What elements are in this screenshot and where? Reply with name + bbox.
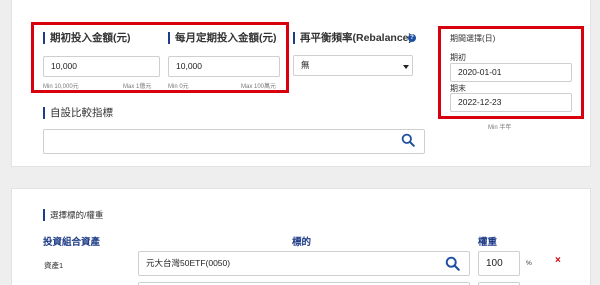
asset-column-header: 投資組合資產 (43, 237, 101, 248)
period-end-input[interactable]: 2022-12-23 (450, 93, 572, 112)
remove-row-icon[interactable]: × (555, 255, 561, 266)
asset-row-name: 資產1 (44, 261, 64, 270)
benchmark-label: 自設比較指標 (43, 107, 113, 119)
initial-amount-min: Min 10,000元 (43, 84, 79, 90)
weight-column-header: 權重 (478, 237, 498, 248)
chevron-down-icon (403, 65, 409, 69)
asset-target-input[interactable]: 元大台灣50ETF(0050) (138, 251, 470, 276)
period-start-input[interactable]: 2020-01-01 (450, 63, 572, 82)
periodic-amount-label: 每月定期投入金額(元) (168, 32, 277, 44)
period-title: 期間選擇(日) (450, 34, 496, 43)
portfolio-section-label: 選擇標的/權重 (43, 209, 103, 221)
benchmark-input[interactable] (43, 129, 425, 154)
weight-unit: % (526, 260, 532, 267)
benchmark-search-icon[interactable] (401, 133, 415, 147)
period-min-note: Min 半年 (488, 125, 512, 131)
help-icon[interactable]: ? (408, 34, 416, 42)
rebalance-selected-value: 無 (301, 60, 310, 70)
initial-amount-input[interactable]: 10,000 (43, 56, 160, 77)
initial-amount-max: Max 1億元 (123, 84, 152, 90)
asset-weight-input[interactable]: 100 (478, 251, 520, 276)
periodic-amount-min: Min 0元 (168, 84, 189, 90)
initial-amount-label: 期初投入金額(元) (43, 32, 131, 44)
periodic-amount-input[interactable]: 10,000 (168, 56, 280, 77)
rebalance-label: 再平衡頻率(Rebalance) (293, 32, 412, 44)
rebalance-select[interactable]: 無 (293, 55, 413, 76)
period-start-label: 期初 (450, 53, 466, 62)
target-search-icon[interactable] (445, 256, 460, 271)
target-column-header: 標的 (292, 237, 312, 248)
periodic-amount-max: Max 100萬元 (241, 84, 277, 90)
